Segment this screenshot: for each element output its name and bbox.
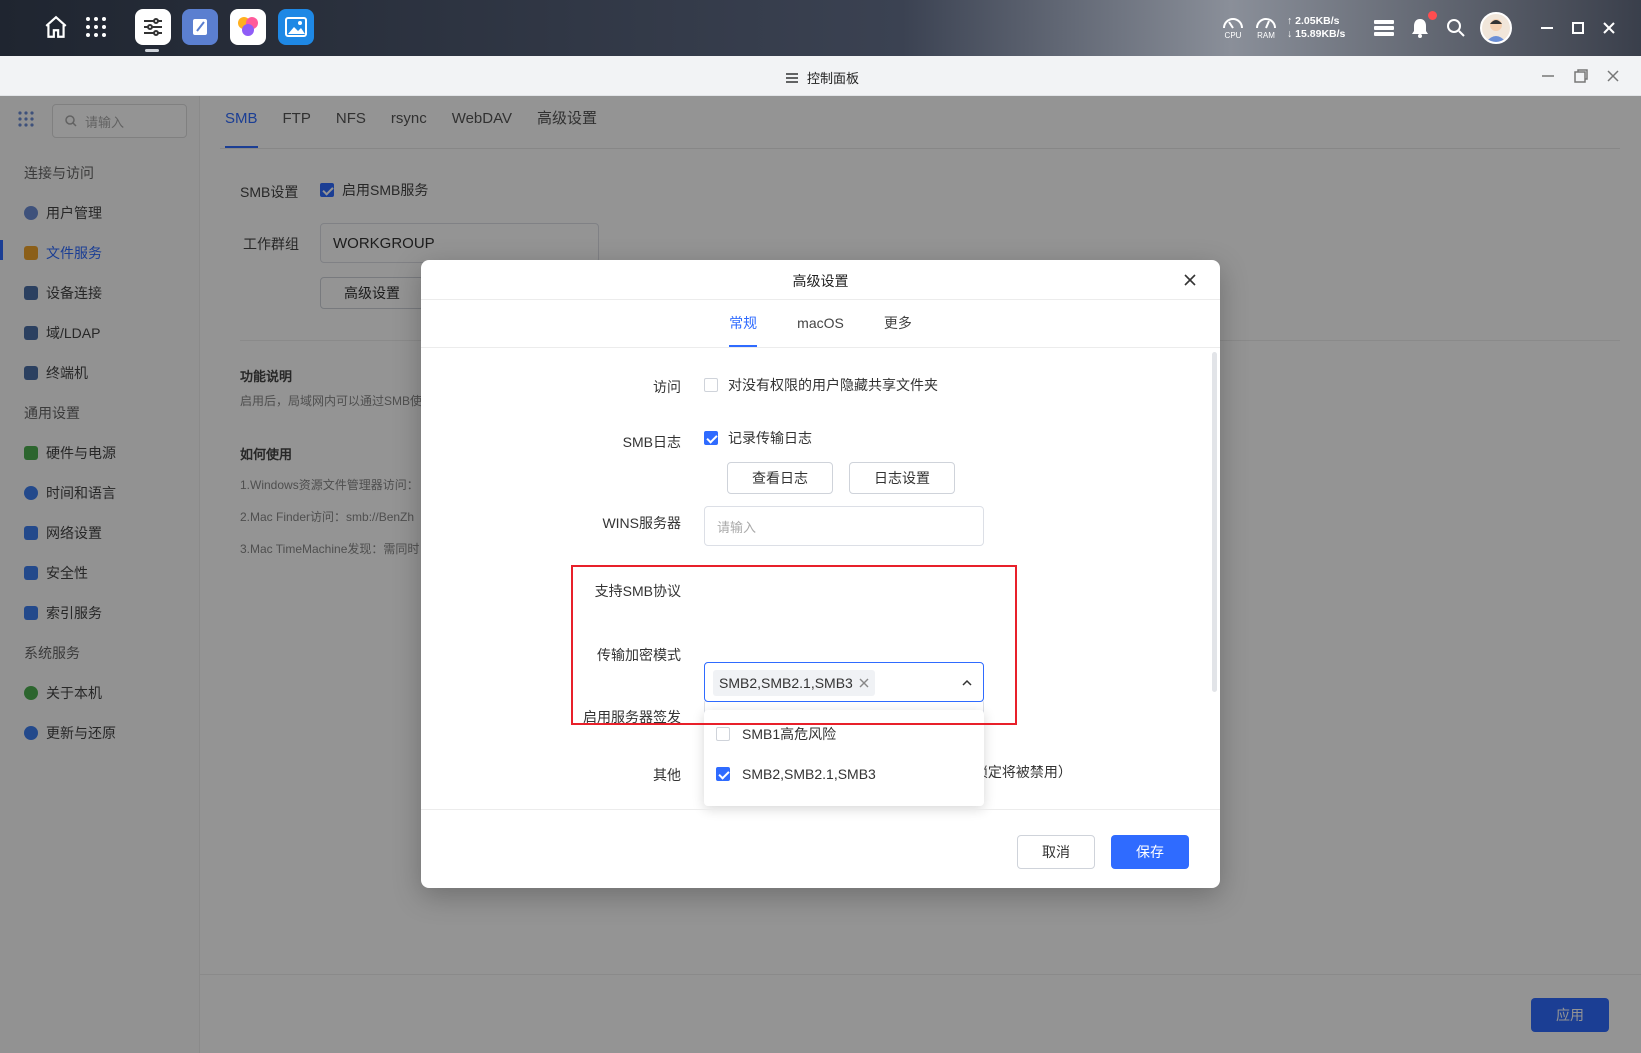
- highlight-box: [571, 565, 1017, 725]
- notification-bell-icon[interactable]: [1408, 16, 1432, 40]
- dialog-title: 高级设置: [792, 273, 849, 289]
- option-checkbox[interactable]: [716, 767, 730, 781]
- record-log-checkbox[interactable]: [704, 431, 718, 445]
- network-speed: ↑ 2.05KB/s ↓ 15.89KB/s: [1287, 15, 1345, 41]
- control-panel-icon: [786, 72, 798, 83]
- dropdown-option-smb2[interactable]: SMB2,SMB2.1,SMB3: [716, 756, 876, 792]
- window-titlebar: 控制面板: [0, 56, 1641, 96]
- cpu-label: CPU: [1224, 31, 1242, 40]
- option-label: SMB1高危风险: [742, 726, 837, 742]
- option-checkbox[interactable]: [716, 727, 730, 741]
- smb-log-label: SMB日志: [622, 434, 681, 450]
- access-label: 访问: [653, 379, 681, 395]
- wins-label: WINS服务器: [602, 515, 681, 531]
- ram-gauge: RAM: [1255, 14, 1277, 42]
- smb-log-row: 记录传输日志: [704, 428, 812, 448]
- window-restore-icon[interactable]: [1571, 66, 1591, 86]
- minimize-icon[interactable]: [1535, 16, 1559, 40]
- other-label: 其他: [653, 767, 681, 783]
- dialog-footer-divider: [421, 809, 1220, 810]
- tab-more[interactable]: 更多: [884, 300, 912, 347]
- save-button[interactable]: 保存: [1111, 835, 1189, 869]
- wins-input[interactable]: 请输入: [704, 506, 984, 546]
- server-status-icon[interactable]: [1372, 16, 1396, 40]
- user-avatar[interactable]: [1480, 12, 1512, 44]
- gauge-icon: [1256, 18, 1276, 29]
- window-title-text: 控制面板: [807, 71, 860, 86]
- dialog-tabs: 常规 macOS 更多: [421, 300, 1220, 348]
- home-icon[interactable]: [38, 9, 74, 45]
- maximize-icon[interactable]: [1566, 16, 1590, 40]
- hide-shares-label: 对没有权限的用户隐藏共享文件夹: [728, 377, 938, 393]
- desktop-taskbar: CPU RAM ↑ 2.05KB/s ↓ 15.89KB/s: [0, 0, 1641, 56]
- gauge-icon: [1223, 18, 1243, 29]
- tab-macos[interactable]: macOS: [797, 300, 844, 347]
- control-panel-app-icon[interactable]: [135, 9, 171, 45]
- record-log-label: 记录传输日志: [728, 430, 812, 446]
- dialog-header: 高级设置: [421, 260, 1220, 300]
- gallery-app-icon[interactable]: [278, 9, 314, 45]
- ram-label: RAM: [1257, 31, 1275, 40]
- cancel-button[interactable]: 取消: [1017, 835, 1095, 869]
- log-settings-button[interactable]: 日志设置: [849, 462, 955, 494]
- window-minimize-icon[interactable]: [1538, 66, 1558, 86]
- active-app-indicator: [145, 49, 159, 52]
- download-speed: ↓ 15.89KB/s: [1287, 28, 1346, 40]
- search-icon[interactable]: [1444, 16, 1468, 40]
- option-label: SMB2,SMB2.1,SMB3: [742, 766, 876, 782]
- tab-general[interactable]: 常规: [729, 300, 758, 347]
- notes-app-icon[interactable]: [182, 9, 218, 45]
- window-title: 控制面板: [785, 68, 859, 87]
- window-close-icon[interactable]: [1603, 66, 1623, 86]
- cpu-gauge: CPU: [1222, 14, 1244, 42]
- dialog-scrollbar[interactable]: [1212, 352, 1217, 692]
- photos-app-icon[interactable]: [230, 9, 266, 45]
- dialog-close-icon[interactable]: [1180, 270, 1200, 290]
- hide-shares-checkbox[interactable]: [704, 378, 718, 392]
- app-grid-icon[interactable]: [78, 9, 114, 45]
- notification-dot: [1428, 11, 1437, 20]
- close-icon[interactable]: [1597, 16, 1621, 40]
- access-row: 对没有权限的用户隐藏共享文件夹: [704, 375, 938, 395]
- view-log-button[interactable]: 查看日志: [727, 462, 833, 494]
- upload-speed: ↑ 2.05KB/s: [1287, 15, 1340, 27]
